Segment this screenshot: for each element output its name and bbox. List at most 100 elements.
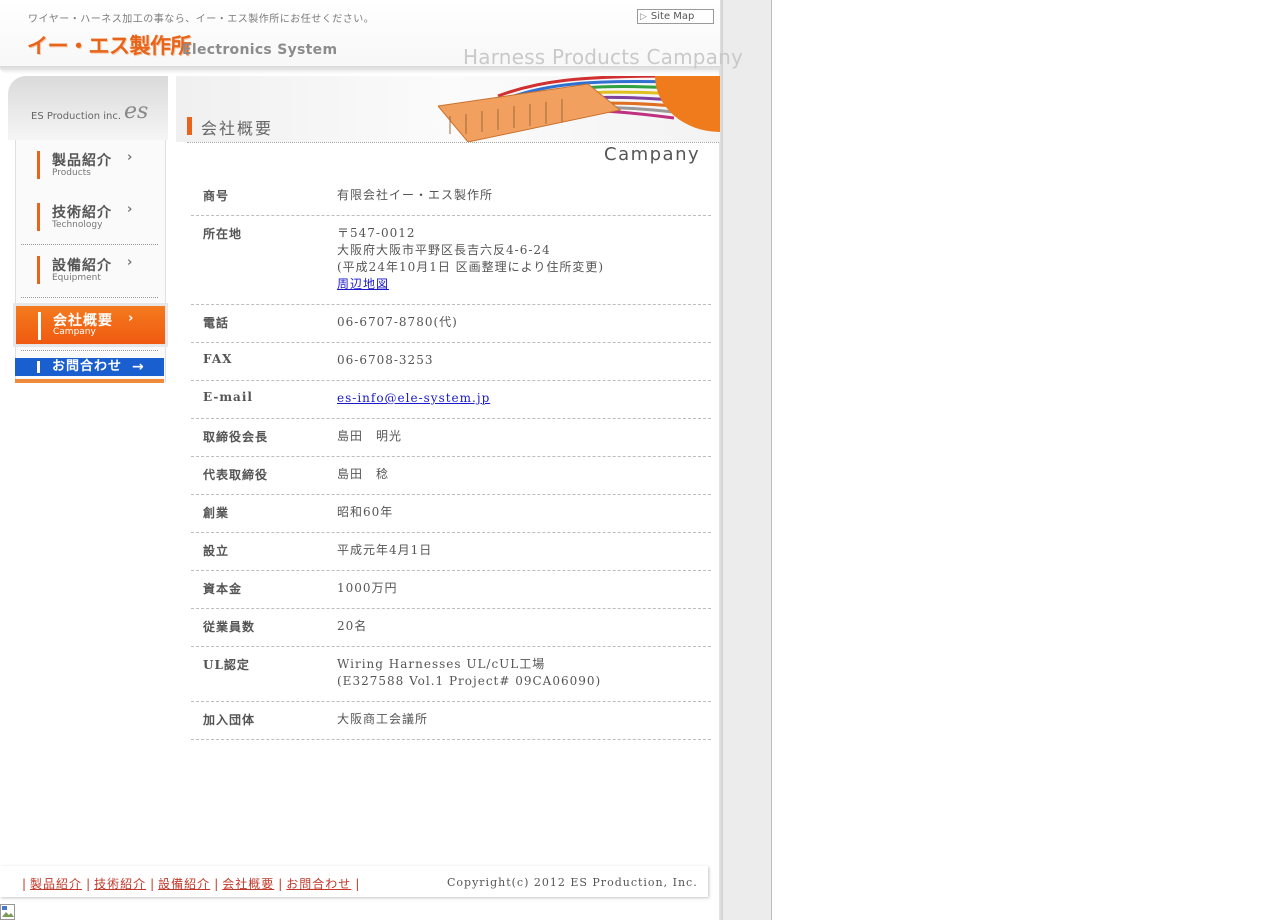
table-row-membership: 加入団体 大阪商工会議所: [191, 702, 711, 740]
nav-sublabel: Products: [52, 168, 91, 178]
footer-link-products[interactable]: 製品紹介: [30, 877, 82, 891]
nav-divider: [21, 350, 158, 351]
nav-label: お問合わせ: [52, 359, 123, 374]
row-value: 島田 稔: [337, 467, 390, 481]
harness-cable-image: [438, 76, 674, 142]
nav-divider: [21, 297, 158, 298]
row-label: 従業員数: [203, 620, 256, 634]
site-footer: | 製品紹介 | 技術紹介 | 設備紹介 | 会社概要 | お問合わせ | Copyright(c)…: [0, 866, 708, 897]
row-value: 20名: [337, 619, 368, 633]
row-label: 電話: [203, 316, 230, 330]
row-label: 商号: [203, 189, 230, 203]
nav-accent-bar: [37, 151, 40, 179]
footer-separator: |: [86, 877, 91, 891]
row-value: 大阪商工会議所: [337, 712, 429, 726]
row-label: 取締役会長: [203, 430, 269, 444]
table-row-capital: 資本金 1000万円: [191, 571, 711, 609]
brand-name: ES Production inc.: [31, 111, 122, 122]
postal-code: 〒547-0012: [337, 226, 416, 240]
nav-sublabel: Campany: [53, 327, 96, 337]
copyright-text: Copyright(c) 2012 ES Production, Inc.: [447, 876, 698, 889]
row-label: 代表取締役: [203, 468, 269, 482]
table-row-fax: FAX 06-6708-3253: [191, 343, 711, 381]
nav-sublabel: Technology: [52, 220, 103, 230]
chevron-right-icon: ▷: [640, 12, 647, 22]
nav-accent-bar: [37, 256, 40, 284]
table-row-ul: UL認定 Wiring Harnesses UL/cUL工場 (E327588 …: [191, 647, 711, 702]
ul-line-1: Wiring Harnesses UL/cUL工場: [337, 657, 546, 671]
row-label: 設立: [203, 544, 230, 558]
row-label: E-mail: [203, 390, 253, 404]
nav-accent-bar: [37, 361, 40, 373]
chevron-right-icon: ›: [127, 255, 133, 270]
footer-link-contact[interactable]: お問合わせ: [286, 877, 351, 891]
table-row-chairman: 取締役会長 島田 明光: [191, 419, 711, 457]
row-value: 有限会社イー・エス製作所: [337, 188, 494, 202]
footer-link-technology[interactable]: 技術紹介: [94, 877, 146, 891]
nav-label: 技術紹介: [52, 205, 112, 221]
nav-accent-bar: [37, 203, 40, 231]
row-value: es-info@ele-system.jp: [337, 390, 711, 407]
table-row-president: 代表取締役 島田 稔: [191, 457, 711, 495]
row-value: 昭和60年: [337, 505, 394, 519]
footer-separator: |: [214, 877, 219, 891]
table-row-employees: 従業員数 20名: [191, 609, 711, 647]
sidebar-item-products[interactable]: 製品紹介 Products ›: [15, 140, 164, 186]
es-logo-mark: es: [124, 99, 149, 124]
footer-separator: |: [150, 877, 155, 891]
ul-line-2: (E327588 Vol.1 Project# 09CA06090): [337, 674, 602, 688]
row-value: 06-6708-3253: [337, 353, 434, 367]
sidebar-item-technology[interactable]: 技術紹介 Technology ›: [15, 192, 164, 238]
chevron-right-icon: ›: [127, 202, 133, 217]
row-label: 資本金: [203, 582, 243, 596]
footer-separator: |: [278, 877, 283, 891]
sitemap-label: Site Map: [650, 11, 695, 22]
row-value: Wiring Harnesses UL/cUL工場 (E327588 Vol.1…: [337, 656, 711, 690]
header-tagline: ワイヤー・ハーネス加工の事なら、イー・エス製作所にお任せください。: [28, 14, 375, 25]
row-label: 所在地: [203, 227, 243, 241]
company-info-table: 商号 有限会社イー・エス製作所 所在地 〒547-0012 大阪府大阪市平野区長…: [191, 178, 711, 740]
broken-image-icon: [0, 904, 15, 920]
chevron-right-icon: ›: [128, 311, 134, 326]
title-divider: [187, 142, 719, 143]
row-value: 平成元年4月1日: [337, 543, 433, 557]
table-row-email: E-mail es-info@ele-system.jp: [191, 381, 711, 419]
header-slogan: Harness Products Campany: [463, 45, 744, 69]
table-row-established: 設立 平成元年4月1日: [191, 533, 711, 571]
sidebar-item-company[interactable]: 会社概要 Campany ›: [15, 305, 166, 345]
sidebar-item-contact[interactable]: お問合わせ →: [15, 358, 164, 376]
site-logo[interactable]: イー・エス製作所: [27, 30, 192, 60]
page-title-english: Campany: [604, 144, 701, 165]
row-value: 1000万円: [337, 581, 398, 595]
nav-label: 設備紹介: [52, 258, 112, 274]
nav-sublabel: Equipment: [52, 273, 101, 283]
row-label: 加入団体: [203, 713, 256, 727]
row-label: UL認定: [203, 658, 250, 672]
row-value: 〒547-0012 大阪府大阪市平野区長吉六反4-6-24 (平成24年10月1…: [337, 225, 711, 293]
nav-label: 製品紹介: [52, 153, 112, 169]
email-link[interactable]: es-info@ele-system.jp: [337, 391, 490, 405]
nav-accent-bar: [38, 312, 41, 340]
sidebar-item-equipment[interactable]: 設備紹介 Equipment ›: [15, 245, 164, 291]
table-row-address: 所在地 〒547-0012 大阪府大阪市平野区長吉六反4-6-24 (平成24年…: [191, 216, 711, 305]
address-note: (平成24年10月1日 区画整理により住所変更): [337, 260, 605, 274]
street-address: 大阪府大阪市平野区長吉六反4-6-24: [337, 243, 551, 257]
sitemap-button[interactable]: ▷ Site Map: [637, 9, 714, 24]
table-row-founded: 創業 昭和60年: [191, 495, 711, 533]
row-value: 06-6707-8780(代): [337, 315, 458, 329]
row-value: 島田 明光: [337, 429, 403, 443]
footer-link-equipment[interactable]: 設備紹介: [158, 877, 210, 891]
row-label: FAX: [203, 352, 233, 366]
row-label: 創業: [203, 506, 230, 520]
sidebar-bottom-line: [15, 379, 164, 383]
map-link[interactable]: 周辺地図: [337, 277, 389, 291]
arrow-right-icon: →: [132, 359, 144, 375]
chevron-right-icon: ›: [127, 150, 133, 165]
footer-separator: |: [22, 877, 27, 891]
page-title: 会社概要: [201, 119, 274, 138]
table-row-tel: 電話 06-6707-8780(代): [191, 305, 711, 343]
footer-nav: | 製品紹介 | 技術紹介 | 設備紹介 | 会社概要 | お問合わせ |: [18, 875, 363, 892]
footer-separator: |: [355, 877, 360, 891]
table-row-name: 商号 有限会社イー・エス製作所: [191, 178, 711, 216]
footer-link-company[interactable]: 会社概要: [222, 877, 274, 891]
